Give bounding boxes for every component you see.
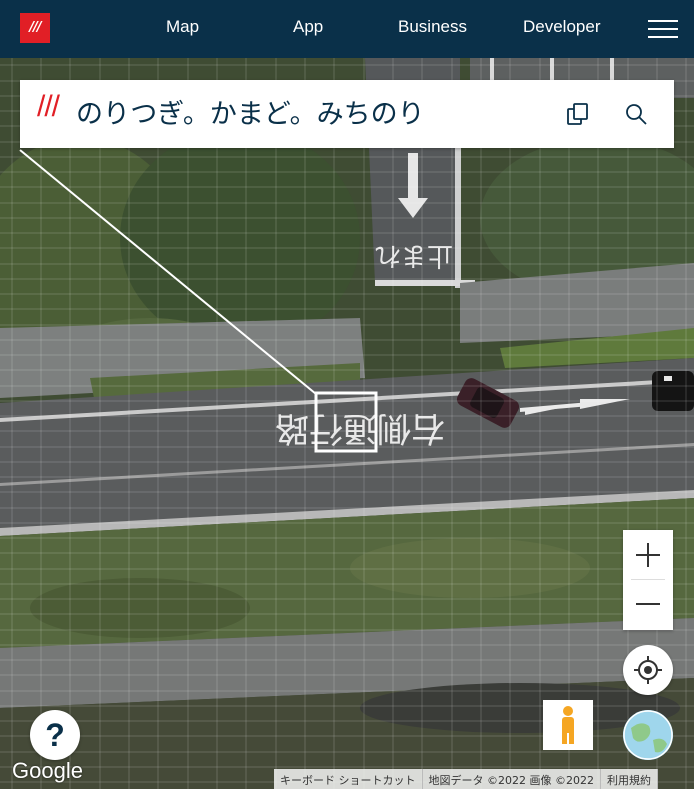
keyboard-shortcuts-link[interactable]: キーボード ショートカット — [274, 769, 423, 789]
address-slashes: /// — [37, 90, 60, 123]
address-box: /// のりつぎ。かまど。みちのり — [20, 80, 674, 148]
zoom-in-button[interactable] — [623, 530, 673, 579]
road-marking-text: 右側通行路 — [275, 408, 445, 448]
terms-link[interactable]: 利用規約 — [600, 769, 658, 789]
nav-item-developer[interactable]: Developer — [523, 17, 601, 37]
locate-me-button[interactable] — [623, 645, 673, 695]
copy-icon[interactable] — [565, 101, 591, 127]
svg-text:止まれ: 止まれ — [375, 240, 453, 270]
nav-item-business[interactable]: Business — [398, 17, 467, 37]
satellite-imagery: 止まれ 右側通行路 — [0, 58, 694, 789]
top-nav-bar: /// Map App Business Developer — [0, 0, 694, 58]
google-logo: Google — [12, 758, 83, 783]
nav-item-app[interactable]: App — [293, 17, 323, 37]
help-button[interactable]: ? — [30, 710, 80, 760]
hamburger-menu-icon[interactable] — [648, 20, 678, 38]
map-type-globe-icon[interactable] — [623, 710, 673, 760]
zoom-controls — [623, 530, 673, 630]
search-icon[interactable] — [623, 101, 649, 127]
nav-item-map[interactable]: Map — [166, 17, 199, 37]
zoom-out-button[interactable] — [623, 580, 673, 629]
street-view-pegman-icon[interactable] — [543, 700, 593, 750]
map-data-attribution[interactable]: 地図データ ©2022 画像 ©2022 — [422, 769, 601, 789]
what3words-logo[interactable]: /// — [20, 13, 50, 43]
attribution-bar: キーボード ショートカット 地図データ ©2022 画像 ©2022 利用規約 — [274, 769, 658, 789]
three-word-address[interactable]: のりつぎ。かまど。みちのり — [76, 92, 425, 131]
satellite-map[interactable]: 止まれ 右側通行路 — [0, 58, 694, 789]
